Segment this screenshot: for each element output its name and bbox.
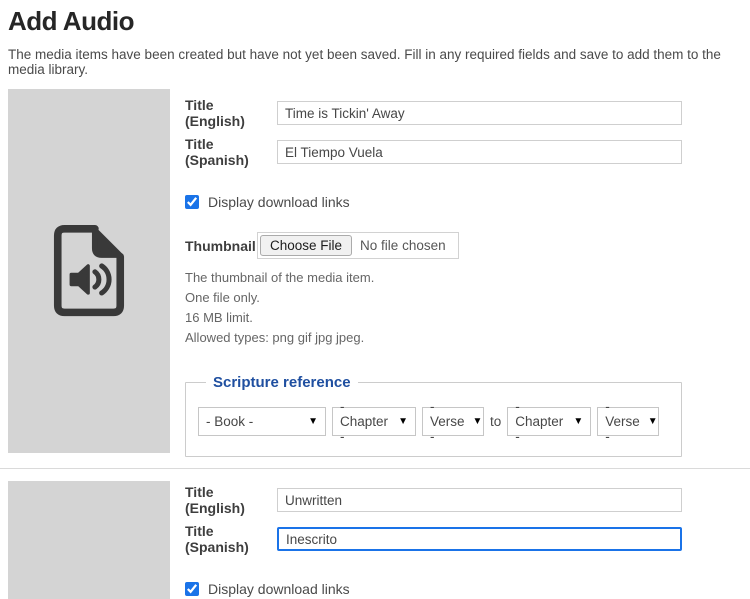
verse-select-value: - Verse - — [605, 399, 640, 444]
verse-from-select[interactable]: - Verse - ▼ — [422, 407, 484, 436]
chevron-down-icon: ▼ — [473, 416, 483, 427]
page-title: Add Audio — [8, 6, 742, 37]
media-item-2: Title (English) Title (Spanish) Display … — [8, 481, 742, 599]
title-spanish-label: Title (Spanish) — [185, 523, 277, 555]
title-english-label: Title (English) — [185, 484, 277, 516]
title-english-label: Title (English) — [185, 97, 277, 129]
help-line: 16 MB limit. — [185, 308, 682, 328]
title-spanish-input[interactable] — [277, 140, 682, 164]
verse-select-value: - Verse - — [430, 399, 465, 444]
display-download-links-checkbox[interactable] — [185, 195, 199, 209]
section-divider — [0, 468, 750, 469]
title-english-input[interactable] — [277, 488, 682, 512]
chevron-down-icon: ▼ — [308, 416, 318, 427]
page-description: The media items have been created but ha… — [8, 47, 742, 77]
chapter-to-select[interactable]: - Chapter - ▼ — [507, 407, 591, 436]
media-item-1: Title (English) Title (Spanish) Display … — [8, 89, 742, 457]
thumbnail-help: The thumbnail of the media item. One fil… — [185, 268, 682, 348]
book-select-value: - Book - — [206, 414, 253, 429]
display-download-links-label: Display download links — [208, 194, 350, 210]
title-english-input[interactable] — [277, 101, 682, 125]
display-download-links-label: Display download links — [208, 581, 350, 597]
thumbnail-label: Thumbnail — [185, 238, 257, 254]
chapter-from-select[interactable]: - Chapter - ▼ — [332, 407, 416, 436]
scripture-reference-legend: Scripture reference — [206, 374, 358, 391]
help-line: Allowed types: png gif jpg jpeg. — [185, 328, 682, 348]
chevron-down-icon: ▼ — [398, 416, 408, 427]
to-label: to — [490, 414, 501, 429]
title-spanish-input[interactable] — [277, 527, 682, 551]
audio-thumbnail-placeholder — [8, 481, 170, 599]
media-item-1-form: Title (English) Title (Spanish) Display … — [170, 89, 682, 457]
help-line: One file only. — [185, 288, 682, 308]
thumbnail-file-widget: Choose File No file chosen — [257, 232, 459, 259]
chapter-select-value: - Chapter - — [340, 399, 390, 444]
verse-to-select[interactable]: - Verse - ▼ — [597, 407, 659, 436]
chevron-down-icon: ▼ — [573, 416, 583, 427]
chevron-down-icon: ▼ — [648, 416, 658, 427]
choose-file-button[interactable]: Choose File — [260, 235, 352, 256]
title-spanish-label: Title (Spanish) — [185, 136, 277, 168]
media-item-2-form: Title (English) Title (Spanish) Display … — [170, 481, 682, 599]
audio-thumbnail-placeholder — [8, 89, 170, 453]
display-download-links-checkbox[interactable] — [185, 582, 199, 596]
audio-file-icon — [51, 222, 127, 320]
help-line: The thumbnail of the media item. — [185, 268, 682, 288]
add-audio-page: Add Audio The media items have been crea… — [0, 0, 750, 599]
scripture-reference-fieldset: Scripture reference - Book - ▼ - Chapter… — [185, 374, 682, 457]
chapter-select-value: - Chapter - — [515, 399, 565, 444]
book-select[interactable]: - Book - ▼ — [198, 407, 326, 436]
no-file-chosen-text: No file chosen — [352, 238, 456, 253]
